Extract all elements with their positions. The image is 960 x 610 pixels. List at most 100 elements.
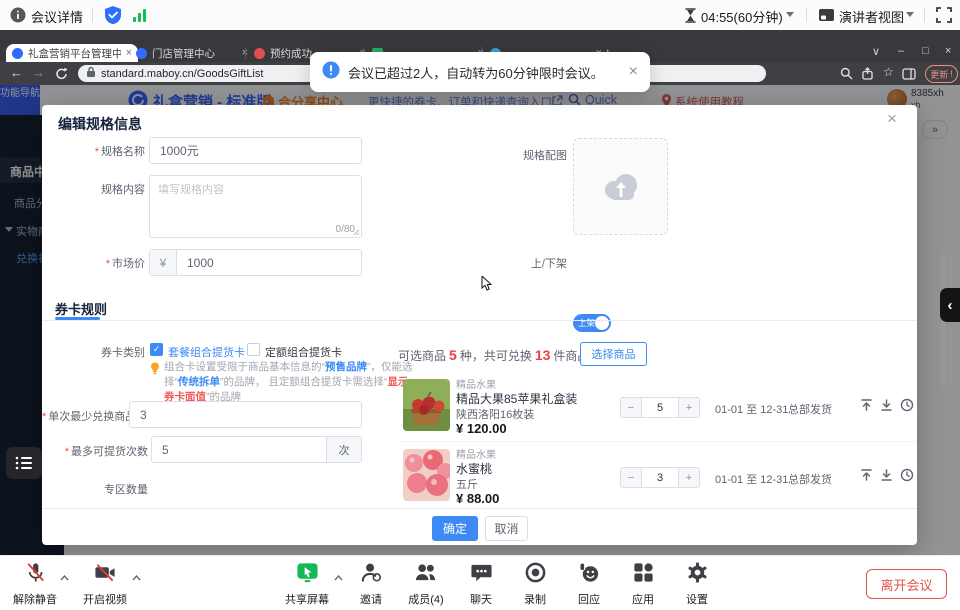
checkbox-fixed-amount[interactable]: [247, 343, 260, 356]
security-shield-icon[interactable]: [103, 5, 123, 30]
window-restore-button[interactable]: ∨: [872, 45, 880, 58]
share-icon[interactable]: [861, 67, 874, 85]
move-top-icon[interactable]: [860, 468, 873, 487]
product-subtitle: 陕西洛阳16枚装: [456, 406, 534, 422]
annotation-menu-button[interactable]: [6, 447, 42, 479]
panel-collapse-handle[interactable]: ‹: [940, 288, 960, 322]
tab-divider: [245, 47, 246, 59]
history-clock-icon[interactable]: [900, 468, 914, 487]
modal-close-icon[interactable]: ×: [887, 109, 897, 129]
edit-spec-modal: 编辑规格信息 × *规格名称 1000元 规格内容 填写规格内容 0/80: [42, 105, 917, 545]
stepper-value[interactable]: 5: [641, 398, 679, 417]
product-date-range: 01-01 至 12-31: [715, 401, 788, 417]
move-bottom-icon[interactable]: [880, 398, 893, 417]
window-maximize-button[interactable]: □: [922, 45, 929, 57]
checkbox-fixed-amount-label[interactable]: 定额组合提货卡: [265, 344, 342, 360]
shelf-toggle[interactable]: 上架: [573, 314, 611, 332]
search-tabs-icon[interactable]: [840, 67, 853, 85]
divider: [92, 8, 93, 22]
choose-goods-button[interactable]: 选择商品: [580, 342, 647, 366]
coupon-type-label: 券卡类别: [42, 344, 145, 360]
share-screen-button[interactable]: 共享屏幕: [272, 561, 342, 607]
layout-view-icon: [818, 7, 835, 28]
meeting-toolbar: 解除静音 开启视频 共享屏幕: [0, 555, 960, 610]
min-exchange-label: *单次最少兑换商品数: [42, 408, 127, 424]
product-price: ¥ 88.00: [456, 491, 499, 506]
timer-caret-icon[interactable]: [786, 12, 794, 17]
product-date-range: 01-01 至 12-31: [715, 471, 788, 487]
move-bottom-icon[interactable]: [880, 468, 893, 487]
lock-icon: [86, 65, 96, 83]
invite-person-icon: [360, 561, 383, 584]
hourglass-icon: [684, 8, 697, 28]
network-signal-icon[interactable]: [132, 8, 148, 27]
toggle-knob: [595, 316, 609, 330]
stepper-minus-button[interactable]: −: [621, 468, 641, 487]
stepper-plus-button[interactable]: +: [679, 468, 699, 487]
view-mode-label[interactable]: 演讲者视图: [839, 7, 904, 26]
cancel-button[interactable]: 取消: [485, 516, 528, 541]
product-price: ¥ 120.00: [456, 421, 507, 436]
bookmark-star-icon[interactable]: ☆: [883, 65, 894, 79]
video-options-chevron-icon[interactable]: [132, 568, 141, 586]
info-icon[interactable]: [10, 7, 26, 28]
max-pickup-input[interactable]: 5: [151, 436, 327, 463]
window-close-button[interactable]: ×: [945, 45, 951, 57]
reaction-smiley-icon: [577, 561, 601, 584]
coupon-rules-tab[interactable]: 券卡规则: [55, 299, 107, 318]
coupon-rule-tip: 组合卡设置受限于商品基本信息的“预售品牌”，仅能选择“传统拆单”的品牌， 且定额…: [164, 360, 414, 405]
spec-name-input[interactable]: 1000元: [149, 137, 362, 164]
market-price-input[interactable]: ¥ 1000: [149, 249, 362, 276]
toast-message: 会议已超过2人，自动转为60分钟限时会议。: [348, 63, 629, 82]
window-minimize-button[interactable]: –: [898, 45, 904, 57]
toast-close-icon[interactable]: ×: [629, 63, 638, 81]
reload-icon[interactable]: [55, 67, 68, 85]
side-panel-icon[interactable]: [902, 67, 916, 85]
image-upload-dropzone[interactable]: [573, 138, 668, 235]
shared-screen: 礼盒营销平台管理中心 × 门店管理中心 × 预约成功 × ×: [0, 30, 960, 555]
product-tag: 精品水果: [456, 446, 496, 461]
max-pickup-label: *最多可提货次数: [42, 443, 148, 459]
stepper-value[interactable]: 3: [641, 468, 679, 487]
quantity-stepper: − 5 +: [620, 397, 700, 418]
spec-content-label: 规格内容: [42, 181, 145, 197]
checkbox-combo-package[interactable]: ✓: [150, 343, 163, 356]
chat-bubble-icon: [470, 561, 493, 584]
browser-update-button[interactable]: 更新 !: [925, 65, 958, 83]
mic-options-chevron-icon[interactable]: [60, 568, 69, 586]
stepper-minus-button[interactable]: −: [621, 398, 641, 417]
browser-tab-store-admin[interactable]: 门店管理中心 ×: [130, 44, 254, 62]
history-clock-icon[interactable]: [900, 398, 914, 417]
move-top-icon[interactable]: [860, 398, 873, 417]
product-image: [403, 449, 450, 501]
product-delivery: 总部发货: [788, 401, 832, 417]
browser-tab-gift-admin[interactable]: 礼盒营销平台管理中心 ×: [6, 44, 138, 62]
start-video-button[interactable]: 开启视频: [70, 561, 140, 607]
section-divider: [42, 320, 917, 321]
leave-meeting-button[interactable]: 离开会议: [866, 569, 947, 599]
back-button[interactable]: ←: [10, 65, 23, 80]
min-exchange-input[interactable]: 3: [129, 401, 362, 428]
forward-button[interactable]: →: [32, 65, 45, 80]
spec-image-label: 规格配图: [482, 147, 567, 163]
checkbox-combo-package-label[interactable]: 套餐组合提货卡: [168, 344, 245, 360]
confirm-button[interactable]: 确定: [432, 516, 478, 541]
admin-page: 功能导航 礼盒营销 - 标准版 合分享中心 更快捷的券卡、订单和快递查询入口 Q…: [0, 85, 960, 555]
resize-handle-icon[interactable]: [352, 228, 360, 236]
fullscreen-icon[interactable]: [936, 7, 952, 28]
settings-button[interactable]: 设置: [662, 561, 732, 607]
bulb-icon: [150, 362, 160, 381]
apps-grid-icon: [632, 561, 655, 584]
meeting-window: 会议详情 04:55(60分钟) 演讲者视图 礼盒营销平台管理中心: [0, 0, 960, 610]
view-caret-icon[interactable]: [906, 12, 914, 17]
zone-count-label: 专区数量: [42, 481, 148, 497]
meeting-details-label[interactable]: 会议详情: [31, 7, 83, 26]
spec-content-textarea[interactable]: 填写规格内容 0/80: [149, 175, 362, 238]
modal-title: 编辑规格信息: [58, 114, 142, 134]
stepper-plus-button[interactable]: +: [679, 398, 699, 417]
footer-divider: [42, 508, 917, 509]
screen-share-icon: [296, 561, 319, 584]
row-divider: [398, 441, 917, 442]
product-tag: 精品水果: [456, 376, 496, 391]
meeting-toast: 会议已超过2人，自动转为60分钟限时会议。 ×: [310, 52, 650, 92]
